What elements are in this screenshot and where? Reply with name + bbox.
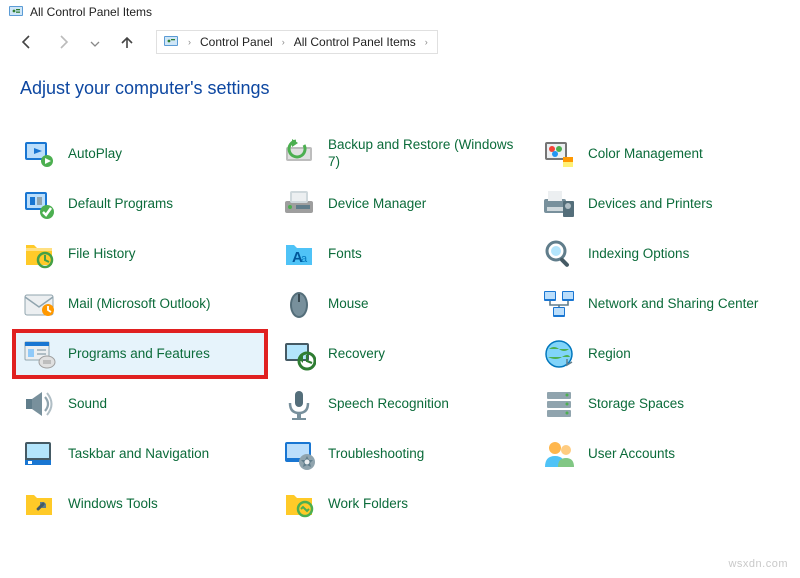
speech-icon <box>282 387 316 421</box>
item-label: Color Management <box>588 146 703 163</box>
breadcrumb[interactable]: › Control Panel › All Control Panel Item… <box>156 30 438 54</box>
control-panel-item-autoplay[interactable]: AutoPlay <box>14 131 266 177</box>
control-panel-item-users[interactable]: User Accounts <box>534 431 786 477</box>
sound-icon <box>22 387 56 421</box>
item-label: Network and Sharing Center <box>588 296 758 313</box>
control-panel-item-backup[interactable]: Backup and Restore (Windows 7) <box>274 131 526 177</box>
item-label: AutoPlay <box>68 146 122 163</box>
defaults-icon <box>22 187 56 221</box>
item-label: File History <box>68 246 136 263</box>
nav-bar: › Control Panel › All Control Panel Item… <box>0 24 800 64</box>
control-panel-item-file-history[interactable]: File History <box>14 231 266 277</box>
up-button[interactable] <box>118 33 136 51</box>
item-label: Sound <box>68 396 107 413</box>
item-label: Windows Tools <box>68 496 158 513</box>
control-panel-icon <box>8 4 24 20</box>
item-label: Default Programs <box>68 196 173 213</box>
control-panel-item-storage[interactable]: Storage Spaces <box>534 381 786 427</box>
item-label: Work Folders <box>328 496 408 513</box>
troubleshoot-icon <box>282 437 316 471</box>
item-label: Troubleshooting <box>328 446 424 463</box>
control-panel-item-mouse[interactable]: Mouse <box>274 281 526 327</box>
item-label: Device Manager <box>328 196 426 213</box>
control-panel-item-recovery[interactable]: Recovery <box>274 331 526 377</box>
devices-printers-icon <box>542 187 576 221</box>
item-label: Programs and Features <box>68 346 210 363</box>
item-label: Backup and Restore (Windows 7) <box>328 137 518 171</box>
item-label: Mouse <box>328 296 369 313</box>
control-panel-item-network[interactable]: Network and Sharing Center <box>534 281 786 327</box>
control-panel-item-mail[interactable]: Mail (Microsoft Outlook) <box>14 281 266 327</box>
control-panel-item-indexing[interactable]: Indexing Options <box>534 231 786 277</box>
control-panel-item-troubleshoot[interactable]: Troubleshooting <box>274 431 526 477</box>
autoplay-icon <box>22 137 56 171</box>
control-panel-item-speech[interactable]: Speech Recognition <box>274 381 526 427</box>
item-label: Region <box>588 346 631 363</box>
indexing-icon <box>542 237 576 271</box>
item-label: Storage Spaces <box>588 396 684 413</box>
control-panel-item-wintools[interactable]: Windows Tools <box>14 481 266 527</box>
programs-icon <box>22 337 56 371</box>
item-label: Recovery <box>328 346 385 363</box>
control-panel-item-region[interactable]: Region <box>534 331 786 377</box>
item-label: Taskbar and Navigation <box>68 446 209 463</box>
page-title: Adjust your computer's settings <box>0 64 800 107</box>
control-panel-item-sound[interactable]: Sound <box>14 381 266 427</box>
breadcrumb-separator-icon: › <box>422 37 431 47</box>
breadcrumb-item[interactable]: Control Panel <box>198 35 275 49</box>
items-grid: AutoPlay Backup and Restore (Windows 7) Co… <box>0 107 800 527</box>
breadcrumb-separator-icon: › <box>279 37 288 47</box>
item-label: Speech Recognition <box>328 396 449 413</box>
title-bar: All Control Panel Items <box>0 0 800 24</box>
item-label: Fonts <box>328 246 362 263</box>
wintools-icon <box>22 487 56 521</box>
control-panel-item-fonts[interactable]: Aa Fonts <box>274 231 526 277</box>
item-label: Devices and Printers <box>588 196 713 213</box>
taskbar-icon <box>22 437 56 471</box>
control-panel-item-taskbar[interactable]: Taskbar and Navigation <box>14 431 266 477</box>
item-label: Mail (Microsoft Outlook) <box>68 296 211 313</box>
device-manager-icon <box>282 187 316 221</box>
workfolders-icon <box>282 487 316 521</box>
control-panel-icon <box>163 34 179 50</box>
window-title: All Control Panel Items <box>30 5 152 19</box>
color-icon <box>542 137 576 171</box>
back-button[interactable] <box>18 33 36 51</box>
control-panel-item-device-manager[interactable]: Device Manager <box>274 181 526 227</box>
control-panel-item-devices-printers[interactable]: Devices and Printers <box>534 181 786 227</box>
region-icon <box>542 337 576 371</box>
fonts-icon: Aa <box>282 237 316 271</box>
control-panel-item-color[interactable]: Color Management <box>534 131 786 177</box>
file-history-icon <box>22 237 56 271</box>
breadcrumb-item[interactable]: All Control Panel Items <box>292 35 418 49</box>
item-label: Indexing Options <box>588 246 689 263</box>
control-panel-item-workfolders[interactable]: Work Folders <box>274 481 526 527</box>
mouse-icon <box>282 287 316 321</box>
control-panel-item-defaults[interactable]: Default Programs <box>14 181 266 227</box>
forward-button[interactable] <box>54 33 72 51</box>
backup-icon <box>282 137 316 171</box>
item-label: User Accounts <box>588 446 675 463</box>
mail-icon <box>22 287 56 321</box>
storage-icon <box>542 387 576 421</box>
svg-text:a: a <box>301 253 308 265</box>
users-icon <box>542 437 576 471</box>
network-icon <box>542 287 576 321</box>
control-panel-item-programs[interactable]: Programs and Features <box>14 331 266 377</box>
recent-locations-button[interactable] <box>90 41 100 49</box>
watermark: wsxdn.com <box>728 558 788 570</box>
nav-arrows <box>18 33 136 51</box>
recovery-icon <box>282 337 316 371</box>
breadcrumb-separator-icon: › <box>185 37 194 47</box>
